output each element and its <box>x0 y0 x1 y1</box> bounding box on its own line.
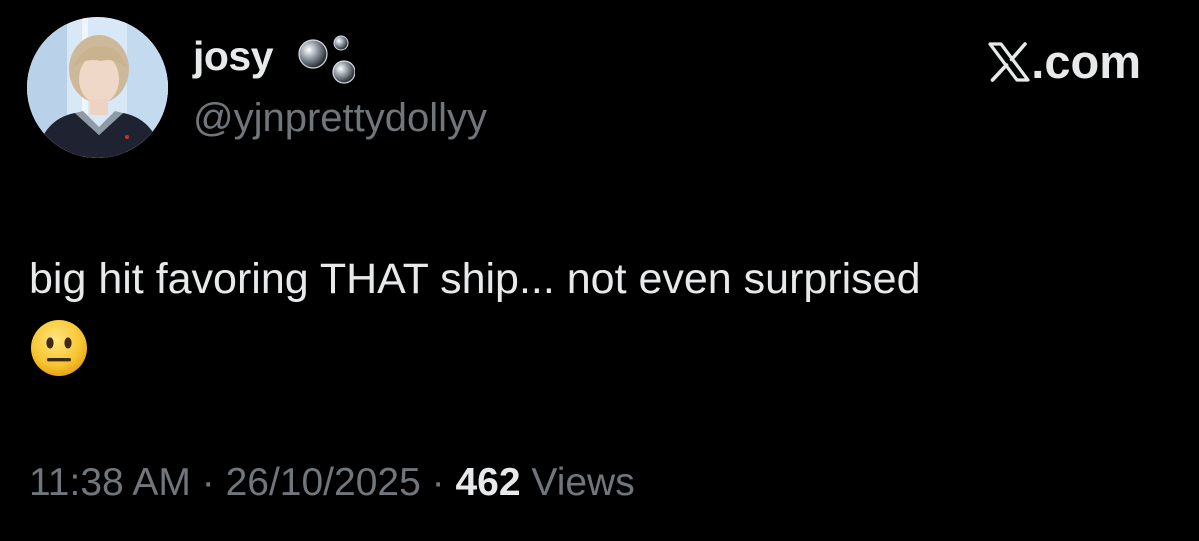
post-time[interactable]: 11:38 AM <box>29 461 191 504</box>
meta-separator: · <box>201 461 215 504</box>
post-card: josy @yjnprettydollyy .com big hit favor… <box>0 0 1199 541</box>
views-count[interactable]: 462 <box>455 461 520 504</box>
brand-label: .com <box>1031 35 1141 88</box>
avatar[interactable] <box>27 17 168 158</box>
brand-watermark: .com <box>988 38 1141 85</box>
post-metadata: 11:38 AM · 26/10/2025 · 462 Views <box>29 463 635 502</box>
author-display-name[interactable]: josy <box>193 36 274 77</box>
author-handle[interactable]: @yjnprettydollyy <box>193 98 487 138</box>
bubbles-icon <box>298 35 355 84</box>
post-text: big hit favoring THAT ship... not even s… <box>29 255 921 303</box>
neutral-face-emoji <box>31 320 87 376</box>
meta-separator: · <box>431 461 445 504</box>
views-label: Views <box>531 461 635 504</box>
post-date[interactable]: 26/10/2025 <box>226 461 421 504</box>
x-logo-icon <box>988 41 1030 82</box>
